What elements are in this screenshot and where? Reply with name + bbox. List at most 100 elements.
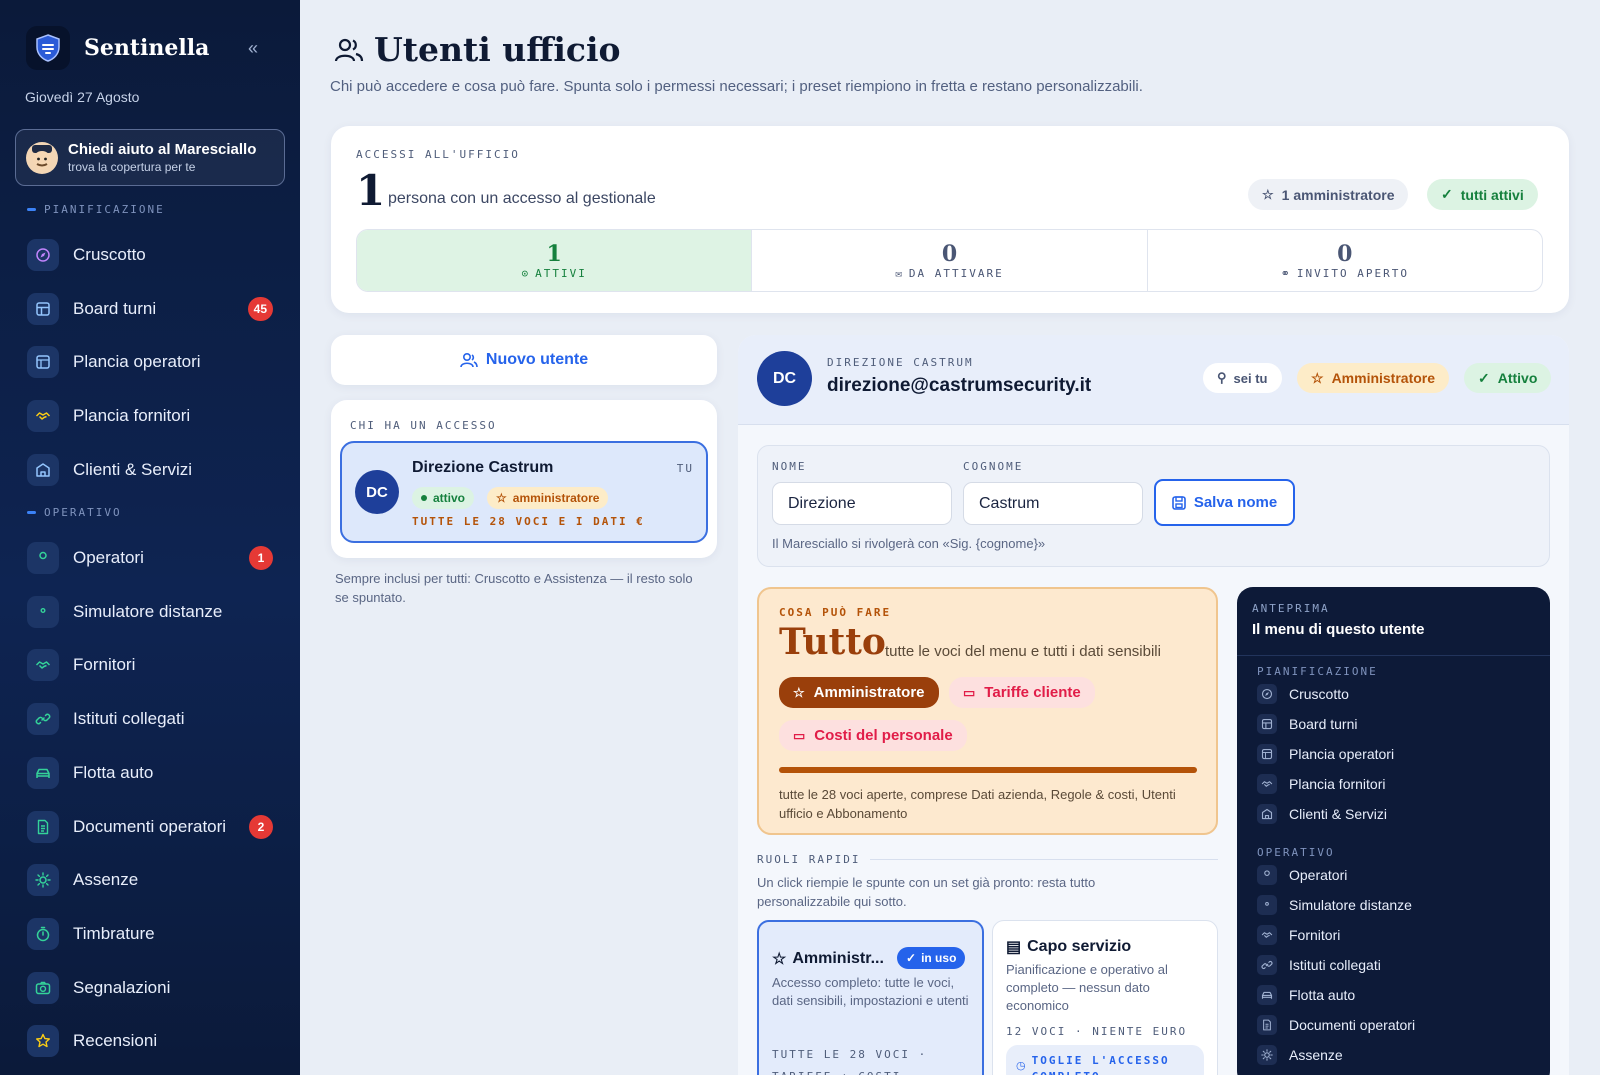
quick-roles-kicker: RUOLI RAPIDI <box>757 853 1218 866</box>
sidebar-item-simulatore-distanze[interactable]: Simulatore distanze <box>27 592 277 632</box>
user-scope: TUTTE LE 28 VOCI E I DATI € <box>412 515 645 528</box>
sidebar-item-recensioni[interactable]: Recensioni <box>27 1021 277 1061</box>
sidebar-item-operatori[interactable]: Operatori 1 <box>27 538 277 578</box>
sidebar-item-label: Plancia operatori <box>73 352 201 371</box>
sidebar-item-plancia-operatori[interactable]: Plancia operatori <box>27 342 277 382</box>
building-icon <box>1257 804 1277 824</box>
remove-full-access-button[interactable]: ◷ TOGLIE L'ACCESSO COMPLETO <box>1006 1045 1204 1075</box>
you-tag: TU <box>676 462 694 475</box>
handshake-icon <box>1257 925 1277 945</box>
sidebar-badge: 2 <box>249 815 273 839</box>
save-name-button[interactable]: Salva nome <box>1154 479 1295 526</box>
sidebar-item-label: Operatori <box>73 548 144 567</box>
sidebar-item-timbrature[interactable]: Timbrature <box>27 914 277 954</box>
menu-preview: ANTEPRIMA Il menu di questo utente PIANI… <box>1237 587 1550 1075</box>
star-icon: ☆ <box>793 684 805 700</box>
brand-name: Sentinella <box>84 35 210 61</box>
sidebar-item-istituti-collegati[interactable]: Istituti collegati <box>27 699 277 739</box>
brand[interactable]: Sentinella <box>26 26 209 70</box>
user-row[interactable]: DC Direzione Castrum TU attivo ☆ amminist… <box>340 441 708 543</box>
preview-section-operativo: OPERATIVO <box>1257 846 1335 859</box>
sidebar-item-label: Istituti collegati <box>73 709 185 728</box>
sidebar-section-operativo: OPERATIVO <box>27 506 122 519</box>
handshake-icon <box>1257 774 1277 794</box>
sidebar-item-clienti-and-servizi[interactable]: Clienti & Servizi <box>27 450 277 490</box>
sidebar-item-label: Timbrature <box>73 924 155 943</box>
sidebar-item-label: Recensioni <box>73 1031 158 1050</box>
preview-item-label: Flotta auto <box>1289 987 1356 1003</box>
first-name-input[interactable]: Direzione <box>772 482 952 525</box>
sidebar-item-plancia-fornitori[interactable]: Plancia fornitori <box>27 396 277 436</box>
access-kicker: ACCESSI ALL'UFFICIO <box>356 148 520 161</box>
sidebar-item-label: Plancia fornitori <box>73 406 191 425</box>
preview-kicker: ANTEPRIMA <box>1252 602 1330 615</box>
preview-item-operatori: Operatori <box>1257 865 1347 885</box>
grid-icon <box>1257 714 1277 734</box>
all-active-pill: ✓ tutti attivi <box>1427 179 1538 210</box>
shield-logo-icon <box>26 26 70 70</box>
sidebar-item-label: Board turni <box>73 299 157 318</box>
admin-badge: ☆ Amministratore <box>1297 363 1450 393</box>
star-icon: ☆ <box>772 951 787 968</box>
role-card-admin[interactable]: ☆ Amministr... ✓ in uso Accesso completo: … <box>757 920 984 1075</box>
current-date: Giovedì 27 Agosto <box>25 89 140 105</box>
always-included-note: Sempre inclusi per tutti: Cruscotto e As… <box>335 571 693 605</box>
staff-costs-chip[interactable]: ▭ Costi del personale <box>779 720 967 751</box>
permissions-level: Tutto <box>779 621 886 663</box>
sidebar-item-segnalazioni[interactable]: Segnalazioni <box>27 968 277 1008</box>
marshal-avatar-icon <box>26 141 58 174</box>
stopwatch-icon <box>27 918 59 950</box>
user-icon <box>27 542 59 574</box>
building-icon <box>27 454 59 486</box>
camera-icon <box>27 972 59 1004</box>
new-user-button[interactable]: Nuovo utente <box>331 335 717 385</box>
access-summary-card: ACCESSI ALL'UFFICIO 1 persona con un acc… <box>331 126 1569 313</box>
last-name-input[interactable]: Castrum <box>963 482 1143 525</box>
user-icon: ⚲ <box>1217 370 1227 385</box>
star-icon <box>27 1025 59 1057</box>
permissions-progress-fill <box>779 767 1197 773</box>
preview-item-label: Plancia fornitori <box>1289 776 1386 792</box>
sidebar-item-cruscotto[interactable]: Cruscotto <box>27 235 277 275</box>
preview-item-plancia-operatori: Plancia operatori <box>1257 744 1394 764</box>
sidebar-badge: 1 <box>249 546 273 570</box>
sidebar-section-pianificazione: PIANIFICAZIONE <box>27 203 165 216</box>
role-card-shift-lead[interactable]: ▤ Capo servizio Pianificazione e operativ… <box>992 920 1218 1075</box>
permissions-desc: tutte le voci del menu e tutti i dati se… <box>885 643 1161 660</box>
sidebar-item-label: Flotta auto <box>73 763 154 782</box>
sidebar-item-board-turni[interactable]: Board turni 45 <box>27 289 277 329</box>
help-button[interactable]: Chiedi aiuto al Maresciallo trova la cop… <box>15 129 285 186</box>
preview-title: Il menu di questo utente <box>1252 621 1425 638</box>
stat-active[interactable]: 1 ⊙ ATTIVI <box>357 230 753 291</box>
sidebar-item-label: Simulatore distanze <box>73 602 223 621</box>
page-subtitle: Chi può accedere e cosa può fare. Spunta… <box>330 78 1143 95</box>
link-icon <box>27 703 59 735</box>
stat-to-activate[interactable]: 0 ✉ DA ATTIVARE <box>752 230 1148 291</box>
sidebar-item-label: Clienti & Servizi <box>73 460 193 479</box>
admin-chip[interactable]: ☆ Amministratore <box>779 677 939 708</box>
preview-item-label: Fornitori <box>1289 927 1341 943</box>
help-subtitle: trova la copertura per te <box>68 160 196 174</box>
document-icon <box>1257 1015 1277 1035</box>
client-rates-chip[interactable]: ▭ Tariffe cliente <box>949 677 1095 708</box>
money-icon: ▭ <box>963 684 976 700</box>
sidebar-item-documenti-operatori[interactable]: Documenti operatori 2 <box>27 807 277 847</box>
collapse-sidebar-icon[interactable]: « <box>248 38 258 59</box>
add-user-icon <box>460 352 478 368</box>
car-icon <box>1257 985 1277 1005</box>
sidebar-item-fornitori[interactable]: Fornitori <box>27 645 277 685</box>
you-badge: ⚲ sei tu <box>1203 363 1282 393</box>
role-shift-lead-desc: Pianificazione e operativo al completo —… <box>1006 962 1168 1013</box>
save-icon <box>1172 495 1186 510</box>
check-icon: ✓ <box>1441 186 1453 202</box>
sun-icon <box>27 864 59 896</box>
preview-section-pianificazione: PIANIFICAZIONE <box>1257 665 1378 678</box>
sidebar-item-flotta-auto[interactable]: Flotta auto <box>27 753 277 793</box>
sidebar-item-assenze[interactable]: Assenze <box>27 860 277 900</box>
star-icon: ☆ <box>496 491 507 505</box>
role-admin-name: ☆ Amministr... <box>772 950 884 968</box>
preview-item-label: Operatori <box>1289 867 1348 883</box>
money-icon: ▭ <box>793 727 806 743</box>
stat-open-invite[interactable]: 0 ⚭ INVITO APERTO <box>1148 230 1542 291</box>
role-admin-meta: TUTTE LE 28 VOCI · TARIFFE + COSTI <box>772 1048 928 1075</box>
